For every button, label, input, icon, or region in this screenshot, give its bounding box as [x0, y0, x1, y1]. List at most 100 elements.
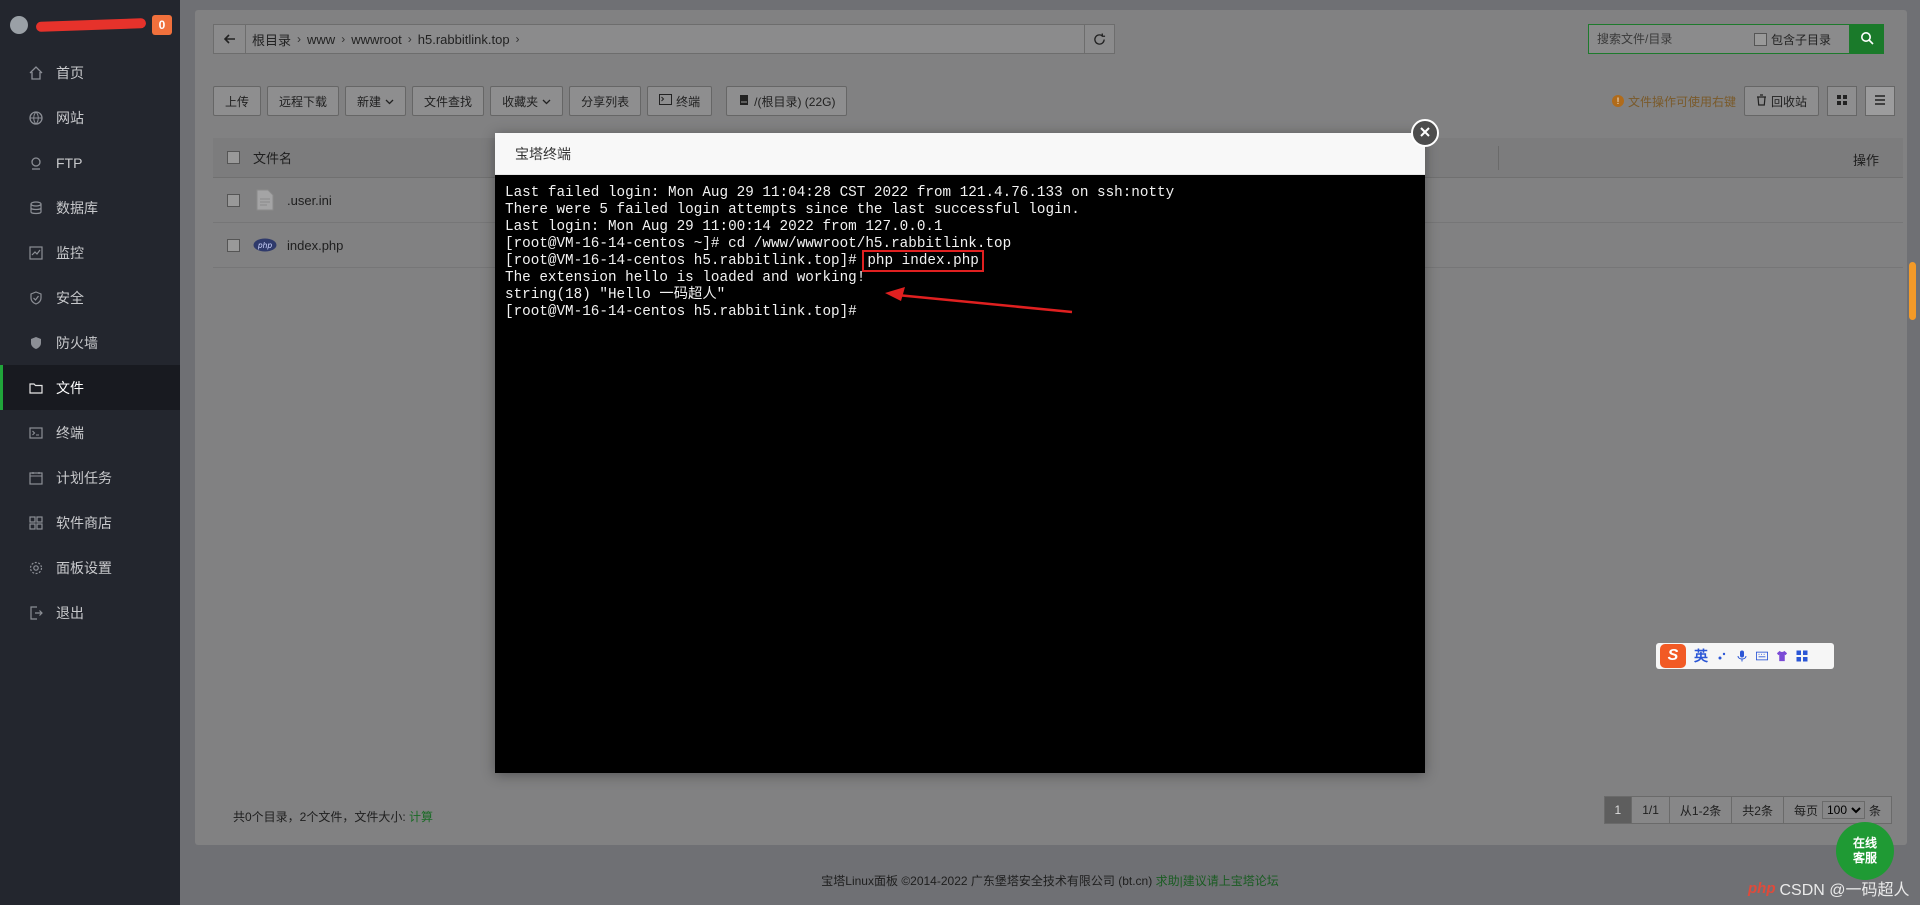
sidebar-item-label: 软件商店: [56, 514, 112, 531]
row-checkbox[interactable]: [213, 193, 253, 207]
file-name[interactable]: index.php: [287, 238, 343, 253]
include-subdir-checkbox[interactable]: 包含子目录: [1754, 31, 1831, 48]
terminal-label: 终端: [676, 94, 701, 109]
sidebar-item-label: 监控: [56, 244, 84, 261]
toolbox-grid-icon[interactable]: [1796, 650, 1808, 662]
right-click-hint: ! 文件操作可使用右键: [1611, 93, 1736, 110]
breadcrumb-site[interactable]: h5.rabbitlink.top: [412, 32, 516, 47]
page-current[interactable]: 1: [1604, 797, 1633, 823]
sidebar-item-website[interactable]: 网站: [0, 95, 180, 140]
sidebar-item-label: 面板设置: [56, 559, 112, 576]
breadcrumb-wwwroot[interactable]: wwwroot: [345, 32, 408, 47]
notification-badge[interactable]: 0: [152, 15, 172, 35]
sidebar-item-files[interactable]: 文件: [0, 365, 180, 410]
path-breadcrumb-bar[interactable]: 根目录 › www › wwwroot › h5.rabbitlink.top …: [213, 24, 1115, 54]
close-button[interactable]: [1411, 119, 1439, 147]
refresh-icon[interactable]: [1084, 25, 1114, 53]
calculate-size-link[interactable]: 计算: [409, 810, 433, 824]
back-arrow-icon[interactable]: [214, 25, 246, 53]
select-all-checkbox[interactable]: [213, 151, 253, 164]
row-checkbox[interactable]: [213, 238, 253, 252]
file-search-button[interactable]: 文件查找: [412, 86, 485, 116]
remote-download-button[interactable]: 远程下载: [267, 86, 340, 116]
sidebar-item-settings[interactable]: 面板设置: [0, 545, 180, 590]
total-count: 共2条: [1732, 797, 1784, 823]
terminal-line: Last login: Mon Aug 29 11:00:14 2022 fro…: [505, 219, 943, 235]
column-filename[interactable]: 文件名: [253, 148, 292, 167]
terminal-button[interactable]: 终端: [647, 86, 713, 116]
terminal-line: Last failed login: Mon Aug 29 11:04:28 C…: [505, 185, 1175, 201]
checkbox-box[interactable]: [226, 238, 240, 252]
list-view-button[interactable]: [1865, 86, 1895, 116]
settings-gear-icon: [28, 560, 44, 576]
recycle-bin-button[interactable]: 回收站: [1743, 86, 1819, 116]
search-button[interactable]: [1850, 24, 1884, 54]
favorites-dropdown-button[interactable]: 收藏夹: [490, 86, 564, 116]
sidebar-item-security[interactable]: 安全: [0, 275, 180, 320]
terminal-screen[interactable]: Last failed login: Mon Aug 29 11:04:28 C…: [495, 175, 1425, 773]
column-actions: 操作: [1852, 153, 1879, 168]
list-view-icon: [1874, 94, 1886, 109]
sidebar-item-label: 退出: [56, 604, 84, 621]
online-service-button[interactable]: 在线 客服: [1836, 822, 1894, 880]
firewall-shield-icon: [28, 335, 44, 351]
skin-shirt-icon[interactable]: [1776, 650, 1788, 662]
microphone-icon[interactable]: [1736, 650, 1748, 662]
sidebar-item-label: 安全: [56, 289, 84, 306]
terminal-prompt: [root@VM-16-14-centos h5.rabbitlink.top]…: [505, 253, 866, 269]
ime-toolbar[interactable]: S 英: [1656, 643, 1834, 669]
favorites-label: 收藏夹: [502, 94, 539, 109]
share-list-button[interactable]: 分享列表: [569, 86, 642, 116]
sidebar-item-terminal[interactable]: 终端: [0, 410, 180, 455]
per-page-suffix: 条: [1868, 803, 1881, 818]
service-label-line2: 客服: [1852, 851, 1877, 865]
sidebar-item-label: FTP: [56, 154, 83, 171]
keyboard-icon[interactable]: [1756, 650, 1768, 662]
warning-icon: !: [1611, 95, 1624, 107]
disk-icon: [738, 94, 750, 109]
page-scrollbar[interactable]: [1909, 262, 1916, 320]
terminal-modal: 宝塔终端 Last failed login: Mon Aug 29 11:04…: [495, 119, 1439, 773]
user-avatar-icon[interactable]: [10, 16, 28, 34]
upload-button[interactable]: 上传: [213, 86, 262, 116]
sidebar-item-label: 防火墙: [56, 334, 98, 351]
terminal-line: There were 5 failed login attempts since…: [505, 202, 1080, 218]
punctuation-icon[interactable]: [1716, 650, 1728, 662]
checkbox-box[interactable]: [226, 193, 240, 207]
close-icon: [1419, 126, 1431, 141]
service-label-line1: 在线: [1852, 836, 1877, 850]
terminal-line-command: [root@VM-16-14-centos h5.rabbitlink.top]…: [505, 250, 1415, 272]
sidebar-item-database[interactable]: 数据库: [0, 185, 180, 230]
sidebar-header: 0: [0, 0, 180, 50]
grid-view-button[interactable]: [1827, 86, 1857, 116]
sidebar-item-label: 数据库: [56, 199, 98, 216]
file-search-box: 包含子目录: [1588, 24, 1850, 54]
breadcrumb-www[interactable]: www: [301, 32, 341, 47]
file-toolbar: 上传 远程下载 新建 文件查找 收藏夹 分享列表 终端 /(根目录) (22G): [213, 86, 848, 116]
per-page-select[interactable]: 100: [1821, 801, 1865, 819]
sidebar-item-firewall[interactable]: 防火墙: [0, 320, 180, 365]
copyright-footer: 宝塔Linux面板 ©2014-2022 广东堡塔安全技术有限公司 (bt.cn…: [180, 872, 1920, 889]
sidebar-item-home[interactable]: 首页: [0, 50, 180, 95]
apps-grid-icon: [28, 515, 44, 531]
sidebar-item-label: 计划任务: [56, 469, 112, 486]
file-name[interactable]: .user.ini: [287, 193, 332, 208]
search-input[interactable]: [1589, 25, 1754, 53]
sidebar-item-monitor[interactable]: 监控: [0, 230, 180, 275]
per-page-selector: 每页 100 条: [1783, 797, 1891, 823]
checkbox-box[interactable]: [1754, 32, 1767, 46]
ime-mode-label[interactable]: 英: [1694, 646, 1708, 666]
forum-help-link[interactable]: 求助|建议请上宝塔论坛: [1156, 874, 1279, 888]
checkbox-box[interactable]: [226, 151, 240, 164]
page-count: 1/1: [1632, 797, 1670, 823]
sidebar-item-ftp[interactable]: FTP: [0, 140, 180, 185]
breadcrumb-root[interactable]: 根目录: [246, 30, 297, 49]
page-range: 从1-2条: [1669, 797, 1733, 823]
hint-text: 文件操作可使用右键: [1627, 94, 1736, 109]
sidebar-item-logout[interactable]: 退出: [0, 590, 180, 635]
disk-root-button[interactable]: /(根目录) (22G): [726, 86, 848, 116]
sidebar-item-app-store[interactable]: 软件商店: [0, 500, 180, 545]
sidebar-item-cron[interactable]: 计划任务: [0, 455, 180, 500]
disk-label: /(根目录) (22G): [754, 94, 836, 109]
new-dropdown-button[interactable]: 新建: [345, 86, 407, 116]
